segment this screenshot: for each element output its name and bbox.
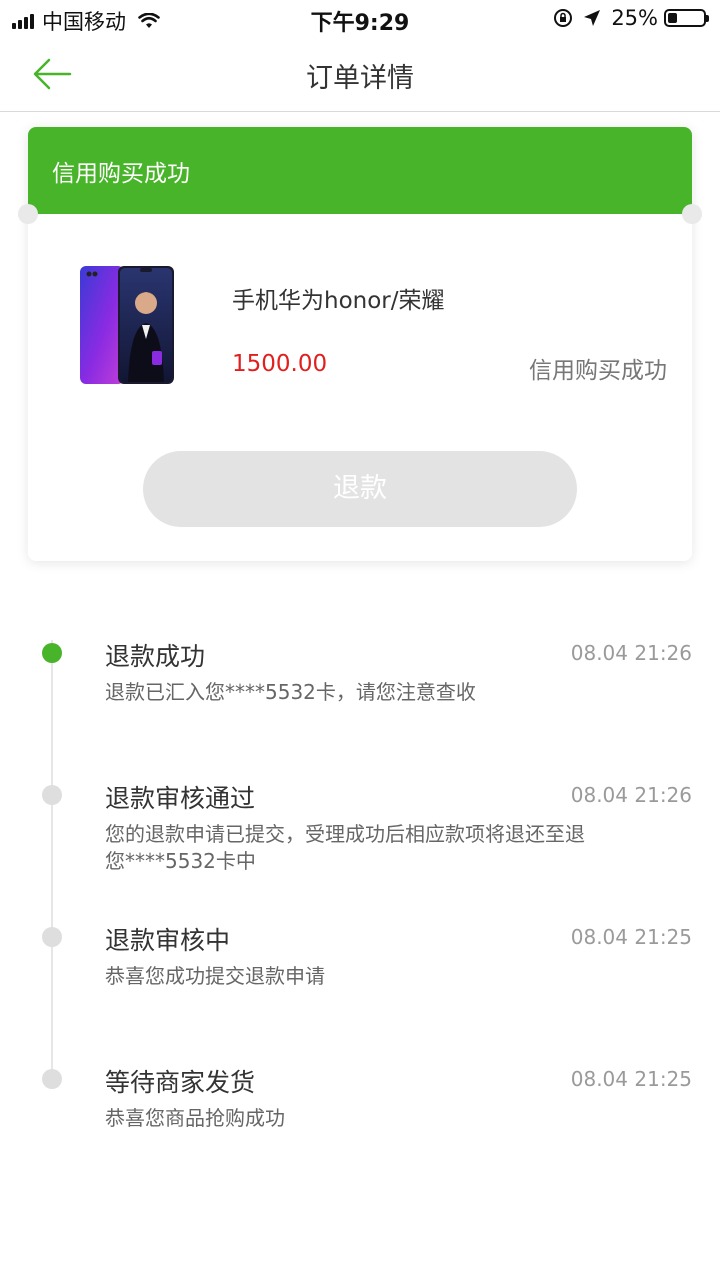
order-card: 信用购买成功 手机华为honor/荣耀 1500.00 信用购买成功 退款 (18, 127, 702, 561)
timeline-desc: 恭喜您商品抢购成功 (105, 1106, 285, 1130)
timeline-dot (42, 1069, 62, 1089)
timeline-title: 退款成功 (105, 642, 206, 671)
timeline-title: 退款审核中 (105, 926, 231, 955)
nav-bar: 订单详情 (0, 36, 720, 112)
product-image (80, 266, 174, 384)
timeline-title: 等待商家发货 (105, 1068, 256, 1097)
product-name: 手机华为honor/荣耀 (232, 288, 445, 314)
timeline-line (51, 640, 53, 1070)
timeline-time: 08.04 21:26 (570, 641, 692, 665)
timeline-time: 08.04 21:25 (570, 1067, 692, 1091)
timeline-desc: 您的退款申请已提交，受理成功后相应款项将退还至退您****5532卡中 (105, 822, 585, 873)
battery-fill (668, 13, 677, 23)
order-status-title: 信用购买成功 (52, 161, 190, 187)
product-status: 信用购买成功 (529, 358, 667, 384)
refund-timeline: 退款成功 08.04 21:26 退款已汇入您****5532卡，请您注意查收 … (0, 600, 720, 1160)
timeline-desc: 退款已汇入您****5532卡，请您注意查收 (105, 680, 476, 704)
order-status-header: 信用购买成功 (28, 127, 692, 214)
card-notch-right (682, 204, 702, 224)
status-right: 25% (553, 6, 709, 30)
card-notch-left (18, 204, 38, 224)
location-arrow-icon (584, 10, 601, 26)
status-bar: 中国移动 下午9:29 25% (0, 0, 720, 36)
timeline-title: 退款审核通过 (105, 784, 256, 813)
orientation-lock-icon (554, 9, 573, 27)
timeline-time: 08.04 21:26 (570, 783, 692, 807)
battery-percent: 25% (611, 6, 658, 30)
timeline-time: 08.04 21:25 (570, 925, 692, 949)
refund-button[interactable]: 退款 (143, 451, 577, 527)
battery-icon (664, 9, 709, 27)
timeline-dot (42, 643, 62, 663)
timeline-dot (42, 785, 62, 805)
page-title: 订单详情 (306, 63, 414, 94)
product-price: 1500.00 (232, 351, 328, 377)
timeline-desc: 恭喜您成功提交退款申请 (105, 964, 325, 988)
timeline-dot (42, 927, 62, 947)
